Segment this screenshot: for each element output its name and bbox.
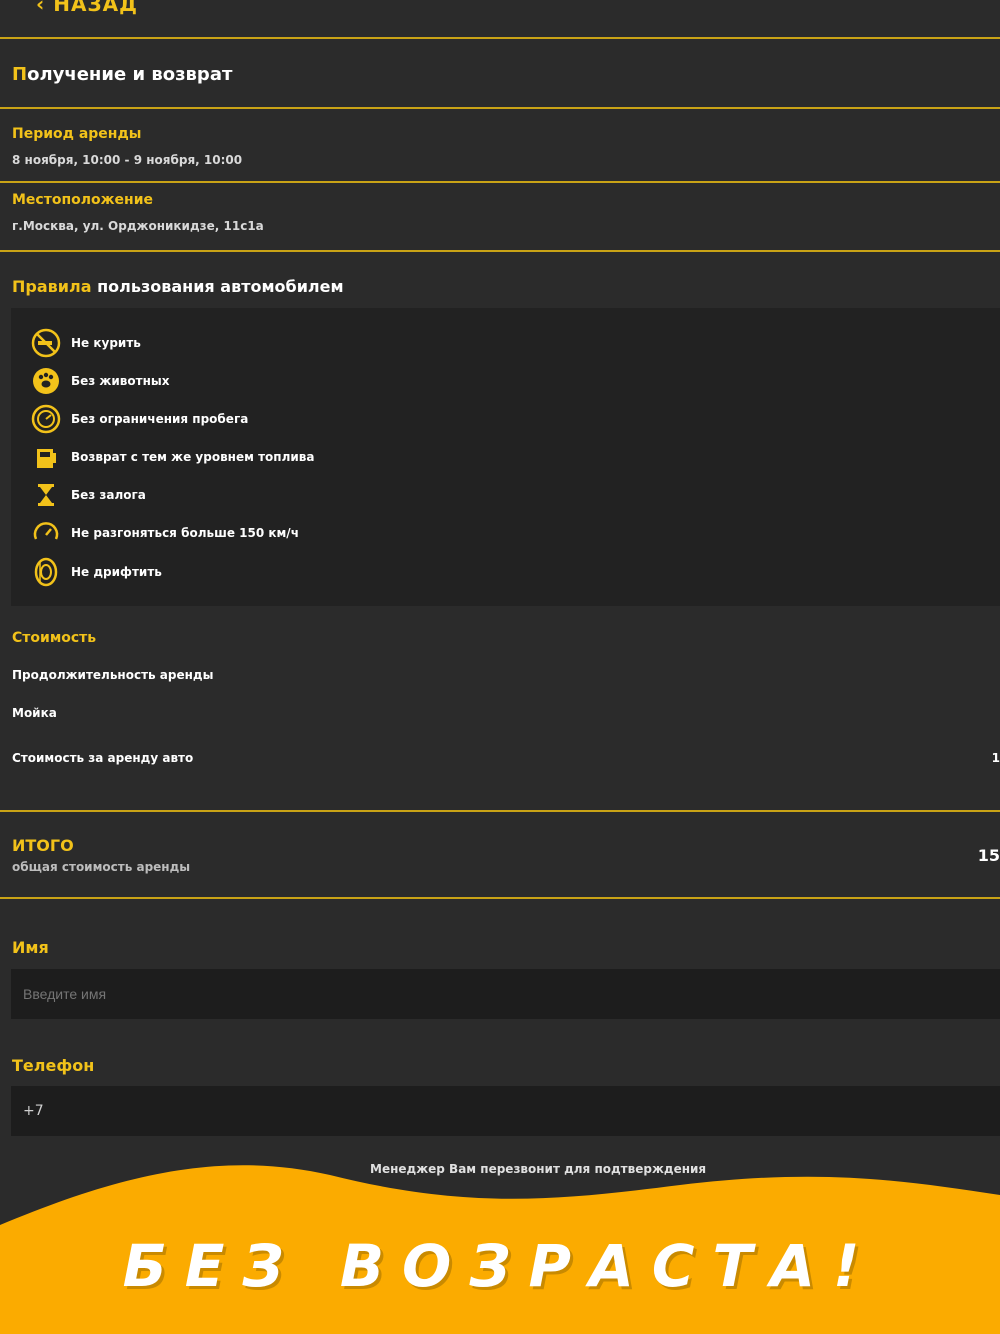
fuel-icon	[31, 442, 61, 472]
rule-item: Без ограничения пробега	[31, 404, 248, 434]
rule-item: Не разгоняться больше 150 км/ч	[31, 518, 299, 548]
rule-item: Без залога	[31, 480, 146, 510]
divider	[0, 250, 1000, 252]
back-label: НАЗАД	[53, 0, 138, 16]
no-smoking-icon	[31, 328, 61, 358]
rule-item: Не курить	[31, 328, 141, 358]
divider	[0, 37, 1000, 39]
promo-banner-text: БЕЗ ВОЗРАСТА!	[122, 1232, 878, 1300]
rule-item: Без животных	[31, 366, 169, 396]
phone-input[interactable]: +7	[11, 1086, 1000, 1136]
location-label: Местоположение	[12, 192, 154, 208]
tire-icon	[31, 557, 61, 587]
divider	[0, 107, 1000, 109]
period-label: Период аренды	[12, 126, 142, 142]
total-value: 15	[977, 846, 1000, 865]
rules-title: Правила пользования автомобилем	[12, 277, 344, 296]
speedometer-icon	[31, 518, 61, 548]
location-value: г.Москва, ул. Орджоникидзе, 11с1а	[12, 219, 264, 233]
period-value: 8 ноября, 10:00 - 9 ноября, 10:00	[12, 153, 243, 167]
hourglass-icon	[31, 480, 61, 510]
total-sublabel: общая стоимость аренды	[12, 860, 191, 874]
phone-label: Телефон	[12, 1056, 95, 1075]
divider	[0, 181, 1000, 183]
rent-cost-value: 1	[991, 751, 1000, 765]
pickup-title: Получение и возврат	[12, 64, 233, 85]
name-input[interactable]	[11, 969, 1000, 1019]
rule-item: Не дрифтить	[31, 557, 162, 587]
no-pets-icon	[31, 366, 61, 396]
unlimited-mileage-icon	[31, 404, 61, 434]
cost-label: Стоимость	[12, 630, 97, 646]
rule-item: Возврат с тем же уровнем топлива	[31, 442, 314, 472]
divider	[0, 897, 1000, 899]
rent-cost-label: Стоимость за аренду авто	[12, 751, 194, 765]
total-label: ИТОГО	[12, 836, 74, 855]
name-label: Имя	[12, 938, 49, 957]
divider	[0, 810, 1000, 812]
chevron-left-icon: ‹	[36, 0, 54, 16]
rules-list: Не курить Без животных Без ограничения п…	[11, 308, 1000, 606]
wash-label: Мойка	[12, 706, 57, 720]
back-link[interactable]: ‹ НАЗАД	[36, 0, 138, 16]
duration-label: Продолжительность аренды	[12, 668, 214, 682]
